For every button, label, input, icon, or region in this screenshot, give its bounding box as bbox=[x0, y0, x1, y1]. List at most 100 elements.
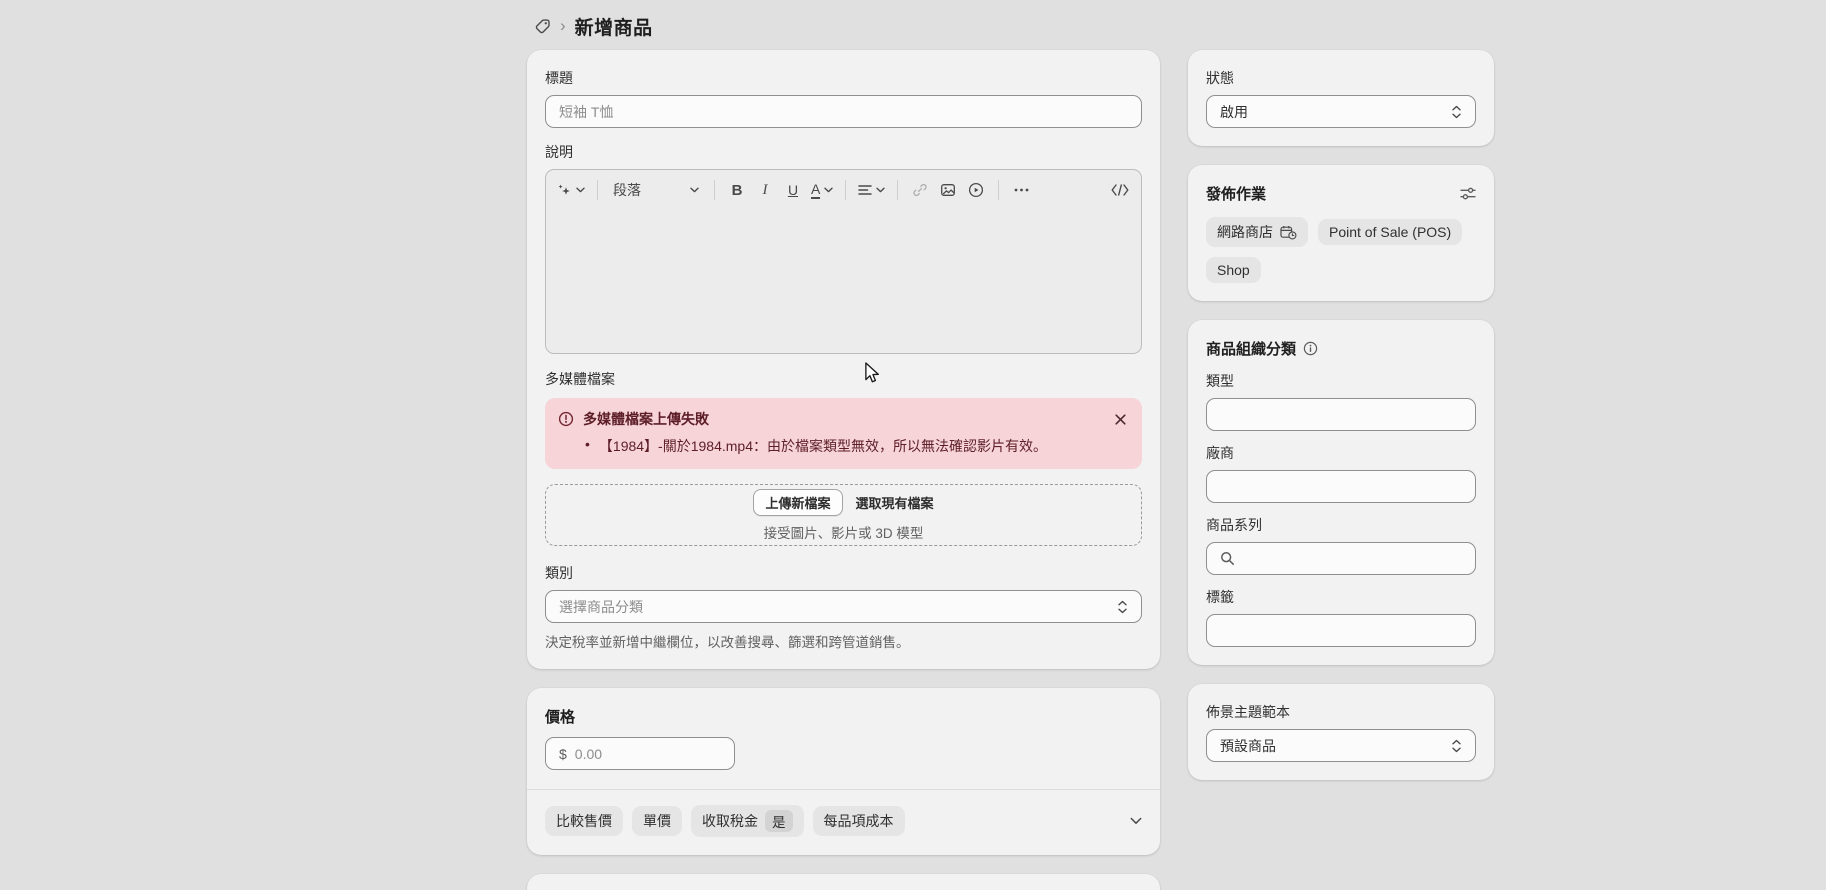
tags-input-wrap bbox=[1206, 614, 1476, 647]
toolbar-divider bbox=[998, 180, 999, 200]
type-input-wrap bbox=[1206, 398, 1476, 431]
theme-template-value: 預設商品 bbox=[1220, 736, 1276, 756]
select-updown-icon bbox=[1451, 105, 1462, 119]
media-hint: 接受圖片、影片或 3D 模型 bbox=[764, 522, 924, 542]
tags-input[interactable] bbox=[1220, 623, 1462, 639]
bold-button[interactable]: B bbox=[724, 175, 750, 205]
vendor-input[interactable] bbox=[1220, 479, 1462, 495]
text-color-button[interactable]: A bbox=[808, 175, 836, 205]
ellipsis-icon bbox=[1014, 188, 1029, 192]
calendar-clock-icon bbox=[1280, 225, 1297, 240]
title-label: 標題 bbox=[545, 68, 1142, 88]
chevron-down-icon bbox=[876, 187, 885, 193]
collections-search-input[interactable] bbox=[1243, 551, 1462, 567]
italic-button[interactable]: I bbox=[752, 175, 778, 205]
media-error-title: 多媒體檔案上傳失敗 bbox=[583, 409, 1103, 429]
status-value: 啟用 bbox=[1220, 102, 1248, 122]
publishing-title: 發佈作業 bbox=[1206, 183, 1266, 204]
cost-per-item-badge[interactable]: 每品項成本 bbox=[813, 806, 905, 836]
compare-at-price-badge[interactable]: 比較售價 bbox=[545, 806, 623, 836]
media-error-detail-row: • 【1984】-關於1984.mp4：由於檔案類型無效，所以無法確認影片有效。 bbox=[558, 436, 1129, 456]
underline-button[interactable]: U bbox=[780, 175, 806, 205]
pricing-expand-button[interactable] bbox=[1130, 817, 1142, 825]
paragraph-label: 段落 bbox=[613, 180, 641, 200]
chevron-down-icon bbox=[824, 187, 833, 193]
align-left-icon bbox=[858, 184, 872, 196]
category-label: 類別 bbox=[545, 563, 1142, 583]
products-tag-icon[interactable] bbox=[534, 18, 551, 35]
theme-template-card: 佈景主題範本 預設商品 bbox=[1188, 684, 1494, 780]
banner-close-button[interactable] bbox=[1112, 411, 1129, 428]
info-icon[interactable] bbox=[1303, 341, 1318, 356]
theme-template-select[interactable]: 預設商品 bbox=[1206, 729, 1476, 762]
status-label: 狀態 bbox=[1206, 68, 1476, 88]
channel-online-store-label: 網路商店 bbox=[1217, 222, 1273, 242]
insert-video-button[interactable] bbox=[963, 175, 989, 205]
bullet: • bbox=[585, 436, 590, 456]
media-label: 多媒體檔案 bbox=[545, 369, 1142, 389]
play-circle-icon bbox=[968, 182, 984, 198]
page-title: 新增商品 bbox=[575, 13, 653, 40]
card-divider bbox=[527, 789, 1160, 790]
pricing-card: 價格 $ 比較售價 單價 收取稅金 是 每品項成本 bbox=[527, 688, 1160, 855]
chevron-down-icon bbox=[576, 187, 585, 193]
price-input-wrap: $ bbox=[545, 737, 735, 770]
category-select[interactable]: 選擇商品分類 bbox=[545, 590, 1142, 623]
upload-new-button[interactable]: 上傳新檔案 bbox=[753, 489, 842, 516]
tags-label: 標籤 bbox=[1206, 587, 1476, 607]
toolbar-divider bbox=[597, 180, 598, 200]
price-input[interactable] bbox=[575, 746, 721, 762]
alignment-button[interactable] bbox=[855, 175, 888, 205]
theme-template-label: 佈景主題範本 bbox=[1206, 702, 1476, 722]
channel-pos-badge[interactable]: Point of Sale (POS) bbox=[1318, 219, 1462, 245]
title-input[interactable] bbox=[559, 104, 1128, 120]
media-error-detail: 【1984】-關於1984.mp4：由於檔案類型無效，所以無法確認影片有效。 bbox=[599, 436, 1047, 456]
select-existing-button[interactable]: 選取現有檔案 bbox=[856, 493, 934, 512]
type-label: 類型 bbox=[1206, 371, 1476, 391]
charge-tax-value: 是 bbox=[765, 810, 793, 832]
select-updown-icon bbox=[1451, 739, 1462, 753]
category-placeholder: 選擇商品分類 bbox=[559, 597, 643, 617]
channel-online-store-badge[interactable]: 網路商店 bbox=[1206, 217, 1308, 247]
insert-image-button[interactable] bbox=[935, 175, 961, 205]
editor-toolbar: 段落 B I U A bbox=[546, 170, 1141, 210]
charge-tax-badge[interactable]: 收取稅金 是 bbox=[691, 805, 804, 837]
breadcrumb-separator: › bbox=[560, 17, 566, 37]
media-error-banner: 多媒體檔案上傳失敗 • 【1984】-關於1984.mp4：由於檔案類型無效，所… bbox=[545, 398, 1142, 469]
charge-tax-label: 收取稅金 bbox=[702, 811, 758, 831]
chevron-down-icon bbox=[1130, 817, 1142, 825]
collections-label: 商品系列 bbox=[1206, 515, 1476, 535]
inventory-card: 庫存 已追蹤庫存 bbox=[527, 874, 1160, 890]
sparkle-icon bbox=[557, 183, 572, 198]
more-options-button[interactable] bbox=[1008, 175, 1034, 205]
currency-prefix: $ bbox=[559, 746, 567, 762]
channel-shop-badge[interactable]: Shop bbox=[1206, 257, 1261, 283]
toolbar-divider bbox=[845, 180, 846, 200]
unit-price-badge[interactable]: 單價 bbox=[632, 806, 682, 836]
paragraph-style-dropdown[interactable]: 段落 bbox=[607, 175, 705, 205]
publishing-card: 發佈作業 網路商店 Point of Sale (POS) Shop bbox=[1188, 165, 1494, 301]
status-card: 狀態 啟用 bbox=[1188, 50, 1494, 146]
insert-link-button[interactable] bbox=[907, 175, 933, 205]
bold-icon: B bbox=[732, 182, 743, 199]
show-html-button[interactable] bbox=[1107, 175, 1133, 205]
toolbar-divider bbox=[714, 180, 715, 200]
chevron-down-icon bbox=[690, 187, 699, 193]
publishing-settings-button[interactable] bbox=[1460, 186, 1476, 201]
product-details-card: 標題 說明 段落 B I U bbox=[527, 50, 1160, 669]
italic-icon: I bbox=[763, 182, 768, 199]
code-icon bbox=[1111, 184, 1129, 196]
media-dropzone[interactable]: 上傳新檔案 選取現有檔案 接受圖片、影片或 3D 模型 bbox=[545, 484, 1142, 546]
status-select[interactable]: 啟用 bbox=[1206, 95, 1476, 128]
description-editor: 段落 B I U A bbox=[545, 169, 1142, 354]
close-icon bbox=[1114, 413, 1127, 426]
organization-card: 商品組織分類 類型 廠商 商品系列 標籤 bbox=[1188, 320, 1494, 665]
breadcrumb: › 新增商品 bbox=[534, 13, 653, 40]
ai-sparkle-button[interactable] bbox=[554, 175, 588, 205]
description-textarea[interactable] bbox=[546, 210, 1141, 354]
underline-icon: U bbox=[788, 182, 798, 198]
link-icon bbox=[912, 182, 928, 198]
text-color-icon: A bbox=[811, 182, 820, 199]
description-label: 說明 bbox=[545, 142, 1142, 162]
type-input[interactable] bbox=[1220, 407, 1462, 423]
